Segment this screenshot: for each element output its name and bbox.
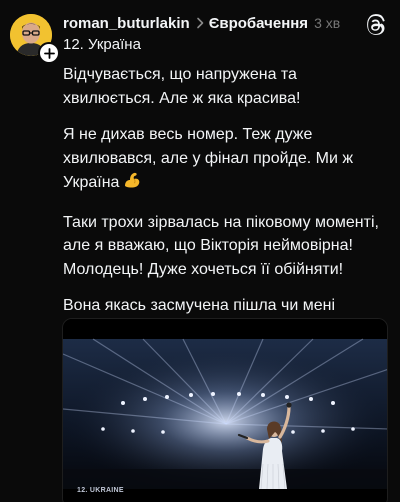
post-header: roman_buturlakin Євробачення 3 хв xyxy=(63,12,392,34)
threads-logo-icon[interactable] xyxy=(364,14,386,36)
post-body: Відчувається, що напружена та хвилюється… xyxy=(63,63,393,354)
plus-icon xyxy=(43,47,55,59)
post-paragraph: Я не дихав весь номер. Теж дуже хвилював… xyxy=(63,123,393,198)
stage-performance-image xyxy=(63,319,387,502)
post-paragraph: Відчувається, що напружена та хвилюється… xyxy=(63,66,301,107)
avatar-container[interactable] xyxy=(10,14,60,64)
thread-post: roman_buturlakin Євробачення 3 хв 12. Ук… xyxy=(0,0,400,502)
chevron-right-icon xyxy=(196,17,204,29)
follow-button[interactable] xyxy=(38,42,60,64)
timestamp: 3 хв xyxy=(314,15,341,31)
video-caption: 12. UKRAINE xyxy=(77,487,124,494)
community-link[interactable]: Євробачення xyxy=(209,15,308,32)
post-paragraph-text: Я не дихав весь номер. Теж дуже хвилював… xyxy=(63,126,354,191)
post-video[interactable]: 12. UKRAINE xyxy=(62,318,388,502)
flexed-biceps-emoji xyxy=(122,170,142,198)
username-link[interactable]: roman_buturlakin xyxy=(63,15,190,32)
post-subtitle: 12. Україна xyxy=(63,36,141,53)
post-paragraph: Таки трохи зірвалась на піковому моменті… xyxy=(63,213,379,278)
